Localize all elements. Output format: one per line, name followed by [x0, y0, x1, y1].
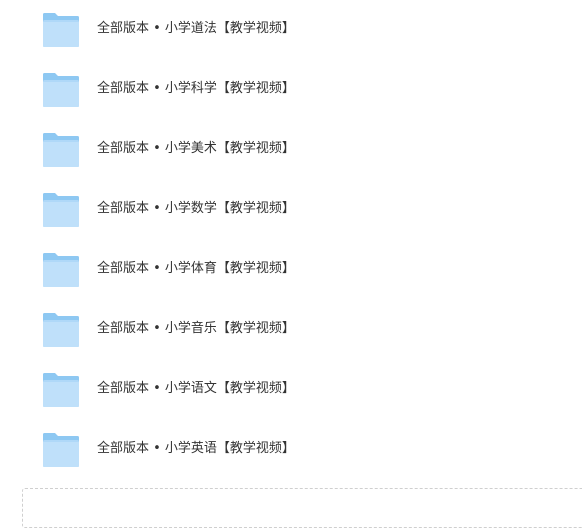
folder-icon	[42, 432, 80, 468]
folder-item[interactable]: 全部版本 • 小学科学【教学视频】	[0, 60, 582, 120]
folder-icon	[42, 252, 80, 288]
folder-icon	[42, 132, 80, 168]
folder-icon	[42, 372, 80, 408]
folder-item[interactable]: 全部版本 • 小学语文【教学视频】	[0, 360, 582, 420]
folder-item[interactable]: 全部版本 • 小学英语【教学视频】	[0, 420, 582, 480]
folder-item[interactable]: 全部版本 • 小学美术【教学视频】	[0, 120, 582, 180]
folder-icon	[42, 72, 80, 108]
folder-icon	[42, 192, 80, 228]
folder-list: 全部版本 • 小学道法【教学视频】 全部版本 • 小学科学【教学视频】 全部版本…	[0, 0, 582, 480]
folder-name[interactable]: 全部版本 • 小学美术【教学视频】	[97, 140, 295, 158]
folder-item[interactable]: 全部版本 • 小学音乐【教学视频】	[0, 300, 582, 360]
folder-name[interactable]: 全部版本 • 小学道法【教学视频】	[97, 20, 295, 38]
folder-item[interactable]: 全部版本 • 小学数学【教学视频】	[0, 180, 582, 240]
folder-name[interactable]: 全部版本 • 小学数学【教学视频】	[97, 200, 295, 218]
folder-name[interactable]: 全部版本 • 小学英语【教学视频】	[97, 440, 295, 458]
folder-name[interactable]: 全部版本 • 小学语文【教学视频】	[97, 380, 295, 398]
folder-icon	[42, 12, 80, 48]
folder-icon	[42, 312, 80, 348]
dashed-panel	[22, 488, 582, 528]
folder-name[interactable]: 全部版本 • 小学音乐【教学视频】	[97, 320, 295, 338]
folder-name[interactable]: 全部版本 • 小学科学【教学视频】	[97, 80, 295, 98]
folder-item[interactable]: 全部版本 • 小学体育【教学视频】	[0, 240, 582, 300]
folder-item[interactable]: 全部版本 • 小学道法【教学视频】	[0, 0, 582, 60]
folder-name[interactable]: 全部版本 • 小学体育【教学视频】	[97, 260, 295, 278]
